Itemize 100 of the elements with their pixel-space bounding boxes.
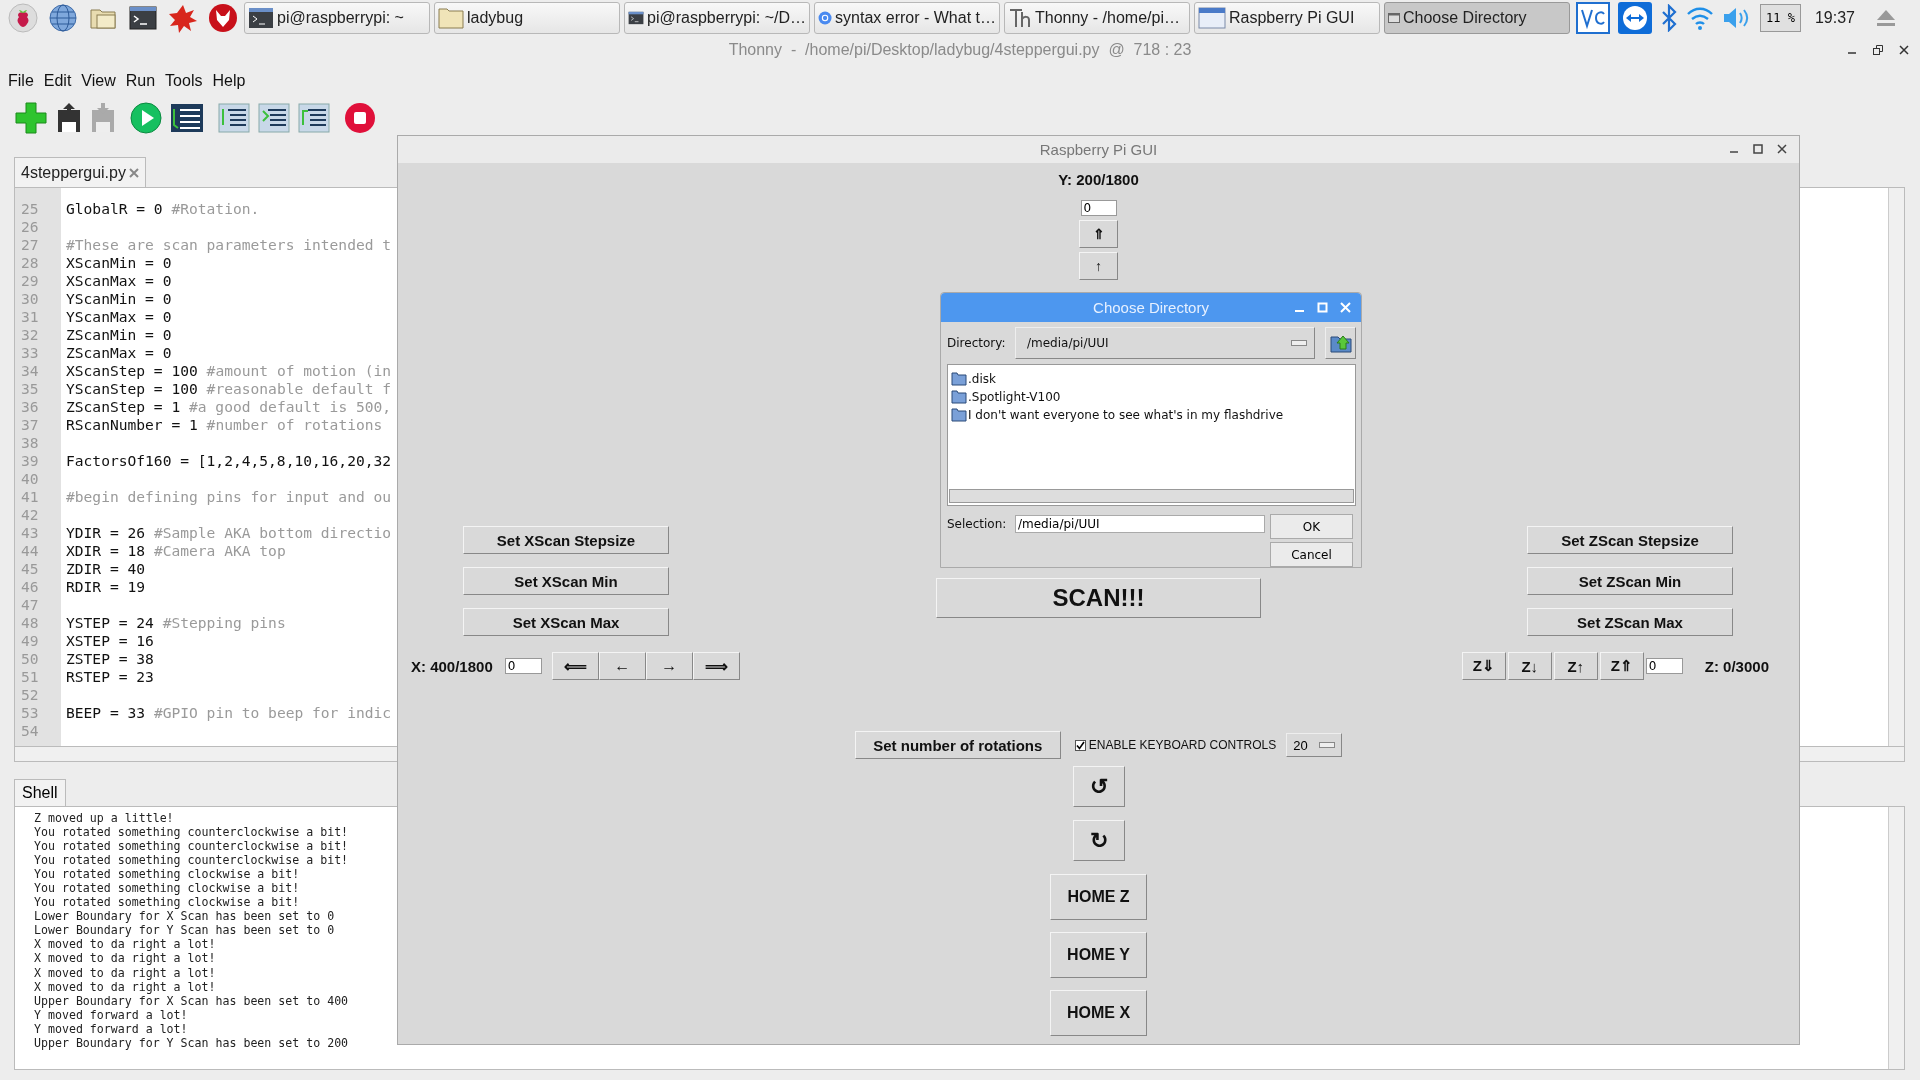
list-icon[interactable] — [170, 103, 204, 133]
code-line: YScanMax = 0 — [65, 308, 172, 326]
indent-list-icon[interactable] — [258, 103, 290, 133]
scrollbar[interactable] — [1888, 188, 1904, 746]
z-move-button[interactable]: Z⇓ — [1461, 652, 1506, 680]
line-number: 54 — [20, 722, 40, 740]
code-line: ZSTEP = 38 — [65, 650, 154, 668]
home-button[interactable]: HOME X — [1050, 990, 1147, 1036]
menu-item[interactable]: Run — [125, 72, 156, 90]
directory-dropdown[interactable]: /media/pi/UUI — [1015, 327, 1315, 359]
home-button[interactable]: HOME Y — [1050, 932, 1147, 978]
line-number: 50 — [20, 650, 40, 668]
parent-folder-button[interactable] — [1325, 327, 1356, 359]
rotate-button[interactable]: ↺ — [1072, 766, 1125, 807]
taskbar-button[interactable]: syntax error - What t… — [814, 2, 1000, 34]
menu-item[interactable]: View — [81, 72, 116, 90]
shell-output-line: You rotated something counterclockwise a bit! — [34, 839, 349, 854]
starburst-icon[interactable] — [168, 3, 198, 33]
z-move-button[interactable]: Z⇑ — [1599, 652, 1644, 680]
code-line: RScanNumber = 1 #number of rotations — [65, 416, 383, 434]
x-step-field[interactable]: 0 — [504, 658, 542, 674]
floppy-disk-icon[interactable] — [56, 102, 82, 134]
restore-icon[interactable] — [1872, 44, 1884, 56]
home-button[interactable]: HOME Z — [1050, 874, 1147, 920]
shell-output-line: Lower Boundary for X Scan has been set to 0 — [34, 909, 335, 924]
shell-output-line: Y moved forward a lot! — [34, 1021, 188, 1036]
line-number: 44 — [20, 542, 40, 560]
folder-name[interactable]: .Spotlight-V100 — [968, 390, 1061, 404]
shell-output-line: You rotated something clockwise a bit! — [34, 867, 300, 882]
rotate-button[interactable]: ↻ — [1072, 820, 1125, 861]
close-icon[interactable] — [1777, 144, 1787, 154]
folder-icon — [951, 408, 967, 422]
taskbar-button[interactable]: pi@raspberrypi: ~ — [244, 2, 430, 34]
line-number: 38 — [20, 434, 40, 452]
scan-setting-button[interactable]: Set ZScan Min — [1527, 567, 1733, 595]
bluetooth-icon[interactable] — [1660, 4, 1678, 32]
terminal-icon[interactable] — [128, 3, 158, 33]
folder-name[interactable]: I don't want everyone to see what's in my flashdrive — [968, 408, 1284, 422]
checkbox[interactable] — [1074, 739, 1086, 751]
plus-icon[interactable] — [14, 101, 48, 135]
arrow-button[interactable]: ↑ — [1079, 252, 1118, 280]
menu-item[interactable]: Tools — [165, 72, 203, 90]
taskbar-button[interactable]: Thonny - /home/pi… — [1004, 2, 1190, 34]
selection-field[interactable]: /media/pi/UUI — [1015, 515, 1265, 533]
indent-list-icon[interactable] — [218, 103, 250, 133]
close-icon[interactable] — [1898, 44, 1910, 56]
wifi-icon[interactable] — [1686, 5, 1714, 31]
taskbar-button[interactable]: Raspberry Pi GUI — [1194, 2, 1380, 34]
fox-icon[interactable] — [208, 3, 238, 33]
scan-setting-button[interactable]: Set XScan Max — [463, 608, 669, 636]
code-line: ZScanMin = 0 — [65, 326, 172, 344]
indent-list-icon[interactable] — [298, 103, 330, 133]
menu-item[interactable]: Edit — [43, 72, 72, 90]
line-number: 49 — [20, 632, 40, 650]
line-number: 29 — [20, 272, 40, 290]
arrow-button[interactable]: ⟹ — [692, 652, 740, 680]
dialog-button[interactable]: OK — [1270, 514, 1353, 539]
scan-setting-button[interactable]: Set ZScan Max — [1527, 608, 1733, 636]
folder-list[interactable]: .disk .Spotlight-V100 I don't want everyone to see what's in my flashdrive — [947, 364, 1356, 506]
menu-item[interactable]: File — [8, 72, 34, 90]
shell-tab[interactable]: Shell — [14, 779, 66, 806]
code-line: RDIR = 19 — [65, 578, 146, 596]
y-step-field[interactable]: 0 — [1080, 200, 1117, 216]
play-icon[interactable] — [130, 102, 162, 134]
rotations-spinbox[interactable]: 20 — [1286, 733, 1343, 757]
taskbar-button[interactable]: ladybug — [434, 2, 620, 34]
shell-output-line: You rotated something clockwise a bit! — [34, 881, 300, 896]
arrow-button[interactable]: ← — [598, 652, 646, 680]
z-position-readout: Z: 0/3000 — [1704, 657, 1769, 675]
scan-setting-button[interactable]: Set XScan Stepsize — [463, 526, 669, 554]
scrollbar[interactable] — [1888, 807, 1904, 1069]
menu-item[interactable]: Help — [212, 72, 246, 90]
window-icon — [1388, 12, 1400, 24]
scan-setting-button[interactable]: Set XScan Min — [463, 567, 669, 595]
taskbar-button[interactable]: Choose Directory — [1384, 2, 1570, 34]
z-step-field[interactable]: 0 — [1645, 658, 1683, 674]
shell-output-line: Lower Boundary for Y Scan has been set to 0 — [34, 923, 335, 938]
folder-icon — [951, 372, 967, 386]
remote-desktop-icon[interactable] — [1576, 2, 1610, 34]
line-number: 34 — [20, 362, 40, 380]
editor-tab[interactable]: 4steppergui.py — [14, 157, 146, 187]
rotations-button[interactable]: Set number of rotations — [854, 731, 1061, 759]
taskbar-button[interactable]: pi@raspberrypi: ~/D… — [624, 2, 810, 34]
z-move-button[interactable]: Z↑ — [1553, 652, 1598, 680]
arrow-button[interactable]: → — [645, 652, 693, 680]
maximize-icon[interactable] — [1753, 144, 1763, 154]
raspberry-icon[interactable] — [8, 3, 38, 33]
arrow-button[interactable]: ⟸ — [551, 652, 599, 680]
line-number: 46 — [20, 578, 40, 596]
stop-icon[interactable] — [344, 102, 376, 134]
folder-name[interactable]: .disk — [968, 372, 996, 386]
scrollbar[interactable] — [949, 489, 1354, 503]
dialog-title: Choose Directory — [1093, 299, 1209, 316]
arrow-button[interactable]: ⇑ — [1079, 220, 1118, 248]
z-move-button[interactable]: Z↓ — [1507, 652, 1552, 680]
globe-icon[interactable] — [48, 3, 78, 33]
dialog-button[interactable]: Cancel — [1270, 542, 1353, 567]
scan-setting-button[interactable]: Set ZScan Stepsize — [1527, 526, 1733, 554]
clock: 19:37 — [1814, 9, 1855, 27]
scan-button[interactable]: SCAN!!! — [936, 578, 1261, 618]
